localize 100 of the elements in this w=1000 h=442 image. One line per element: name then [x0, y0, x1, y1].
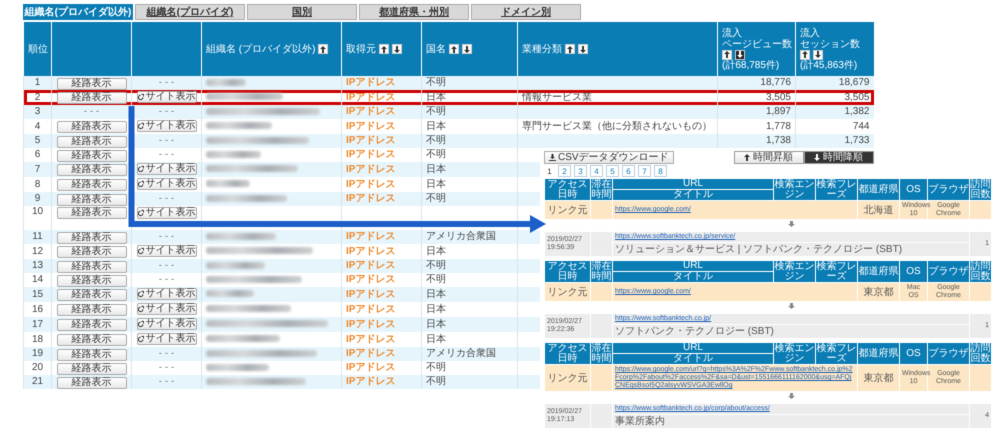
pageviews-text: 3,505: [766, 92, 791, 102]
external-link-icon: [138, 122, 144, 130]
tab[interactable]: 都道府県・州別: [359, 4, 469, 20]
country-text: 日本: [426, 246, 446, 256]
country-text: 日本: [426, 178, 446, 190]
country-text: 日本: [426, 318, 446, 330]
site-view-button[interactable]: サイト表示: [136, 333, 196, 345]
route-view-button[interactable]: 経路表示: [56, 121, 126, 133]
route-view-button[interactable]: 経路表示: [56, 164, 126, 176]
site-view-button[interactable]: サイト表示: [136, 245, 196, 257]
down-arrow-icon: [464, 46, 470, 52]
time-sort-button[interactable]: 時間降順: [804, 150, 874, 164]
route-view-button[interactable]: 経路表示: [56, 319, 126, 331]
sort-up-button[interactable]: [565, 44, 575, 54]
site-view-button[interactable]: サイト表示: [136, 178, 196, 190]
external-link-icon: [138, 320, 144, 328]
up-arrow-icon: [451, 46, 457, 52]
table-cell: ソフトバンク・テクノロジー (SBT): [612, 324, 970, 338]
source-text: IPアドレス: [346, 135, 396, 146]
tab[interactable]: 組織名(プロバイダ以外): [23, 4, 133, 20]
csv-download-button[interactable]: CSVデータダウンロード: [544, 150, 674, 164]
route-view-button[interactable]: 経路表示: [56, 179, 126, 191]
column-label: 流入: [722, 28, 742, 38]
route-view-button[interactable]: 経路表示: [56, 136, 126, 148]
source-text: IPアドレス: [346, 193, 396, 204]
route-view-button[interactable]: 経路表示: [56, 348, 126, 360]
page-link[interactable]: 4: [590, 165, 603, 177]
down-arrow-icon: [788, 393, 794, 399]
sort-down-button[interactable]: [392, 44, 402, 54]
page-link[interactable]: 1: [544, 166, 555, 176]
column-header: OS: [900, 260, 928, 282]
sort-up-button[interactable]: [449, 44, 459, 54]
column-header: ブラウザ: [928, 178, 970, 200]
column-header: アクセス日時: [544, 342, 590, 364]
table-cell: リンク元: [544, 200, 590, 220]
time-sort-button[interactable]: 時間昇順: [734, 150, 804, 164]
page-link[interactable]: 3: [574, 165, 587, 177]
column-label: 取得元: [346, 44, 376, 54]
site-view-button[interactable]: サイト表示: [136, 288, 196, 300]
blurred-text: [206, 262, 265, 269]
source-text: IPアドレス: [346, 348, 396, 359]
route-view-button[interactable]: 経路表示: [56, 334, 126, 346]
dash-text: - - -: [158, 135, 174, 146]
column-label: 順位: [28, 44, 48, 54]
dash-text: - - -: [158, 149, 174, 160]
route-view-button[interactable]: 経路表示: [56, 150, 126, 162]
site-view-button[interactable]: サイト表示: [136, 207, 196, 219]
sort-down-button[interactable]: [578, 44, 588, 54]
source-text: IPアドレス: [346, 149, 396, 160]
source-text: IPアドレス: [346, 334, 396, 344]
column-label: 組織名 (プロバイダ以外): [206, 44, 316, 54]
sort-up-button[interactable]: [722, 50, 732, 60]
site-view-button[interactable]: サイト表示: [136, 120, 196, 132]
site-view-button[interactable]: サイト表示: [136, 91, 196, 103]
up-arrow-icon: [802, 51, 808, 58]
dash-text: - - -: [158, 106, 174, 117]
route-view-button[interactable]: 経路表示: [56, 289, 126, 301]
column-header: OS: [900, 342, 928, 364]
pageviews-text: 1,738: [766, 135, 791, 146]
column-header: アクセス日時: [544, 260, 590, 282]
route-view-button[interactable]: 経路表示: [56, 92, 126, 104]
site-view-button[interactable]: サイト表示: [136, 163, 196, 175]
route-view-button[interactable]: 経路表示: [56, 376, 126, 388]
blurred-text: [206, 364, 269, 371]
external-link-icon: [138, 165, 144, 173]
route-view-button[interactable]: 経路表示: [56, 232, 126, 244]
sort-up-button[interactable]: [318, 44, 328, 54]
page-link[interactable]: 5: [606, 165, 619, 177]
site-view-button[interactable]: サイト表示: [136, 303, 196, 315]
route-view-button[interactable]: 経路表示: [56, 260, 126, 272]
column-header: 検索フレーズ: [816, 178, 858, 200]
table-cell: 1: [24, 76, 52, 90]
column-header: 都道府県: [858, 260, 900, 282]
page-link[interactable]: 7: [638, 165, 651, 177]
source-text: IPアドレス: [346, 318, 396, 330]
country-text: 不明: [426, 274, 446, 285]
page-link[interactable]: 8: [654, 165, 667, 177]
tab[interactable]: ドメイン別: [471, 4, 581, 20]
sort-down-button[interactable]: [462, 44, 472, 54]
route-view-button[interactable]: 経路表示: [56, 274, 126, 286]
sort-up-button[interactable]: [800, 50, 810, 60]
dash-text: - - -: [158, 193, 174, 204]
country-text: 不明: [426, 362, 446, 373]
external-link-icon: [138, 247, 144, 255]
tab[interactable]: 国別: [247, 4, 357, 20]
tab[interactable]: 組織名(プロバイダ): [135, 4, 245, 20]
route-view-button[interactable]: 経路表示: [56, 304, 126, 316]
route-view-button[interactable]: 経路表示: [56, 194, 126, 206]
route-view-button[interactable]: 経路表示: [56, 246, 126, 258]
page-link[interactable]: 6: [622, 165, 635, 177]
source-text: IPアドレス: [346, 246, 396, 256]
sort-down-button[interactable]: [813, 50, 823, 60]
route-view-button[interactable]: 経路表示: [56, 362, 126, 374]
sort-up-button[interactable]: [379, 44, 389, 54]
page-link[interactable]: 2: [558, 165, 571, 177]
route-view-button[interactable]: 経路表示: [56, 207, 126, 219]
site-view-button[interactable]: サイト表示: [136, 318, 196, 330]
sort-down-button[interactable]: [735, 50, 745, 60]
column-total: (計68,785件): [722, 60, 780, 70]
route-view-button[interactable]: 経路表示: [56, 78, 126, 90]
